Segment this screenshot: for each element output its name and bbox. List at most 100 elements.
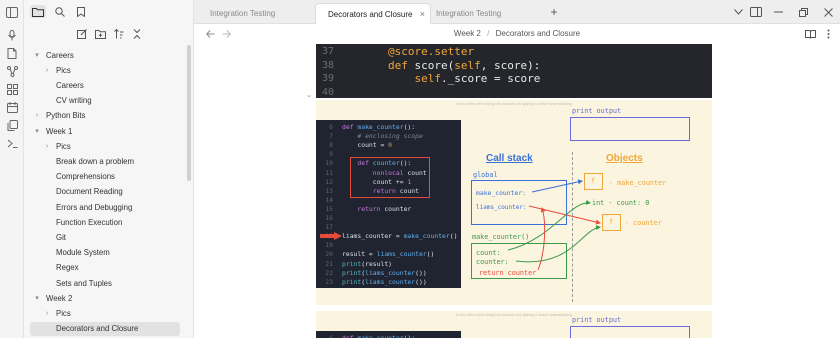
file-icon[interactable] bbox=[6, 47, 18, 59]
calendar-icon[interactable] bbox=[6, 101, 18, 113]
tab-label: Integration Testing bbox=[436, 9, 502, 18]
tree-item[interactable]: ▾ Week 1 bbox=[32, 124, 174, 138]
tree-item[interactable]: Git bbox=[42, 230, 174, 244]
tab-integration-testing-2[interactable]: Integration Testing bbox=[424, 3, 534, 24]
slide-code-text: def make_counter(): bbox=[342, 334, 415, 338]
code-line: self._score = score bbox=[388, 72, 541, 85]
tab-decorators-and-closure[interactable]: Decorators and Closure × bbox=[315, 3, 431, 24]
line-number: 37 bbox=[322, 46, 335, 57]
tree-item-label: Sets and Tuples bbox=[56, 278, 112, 288]
sort-icon[interactable] bbox=[113, 28, 125, 40]
slide-line-number: 6 bbox=[329, 334, 333, 338]
graph-icon[interactable] bbox=[6, 65, 18, 77]
closure-diagram-image: In this video we're diving into closures… bbox=[316, 100, 712, 305]
search-icon[interactable] bbox=[52, 5, 68, 18]
grid-icon[interactable] bbox=[6, 83, 18, 95]
tree-item-label: Comprehensions bbox=[56, 172, 115, 182]
tree-item-label: Regex bbox=[56, 263, 79, 273]
code-token: @score.setter bbox=[388, 45, 475, 58]
sidebar-scrollbar[interactable] bbox=[187, 45, 191, 181]
chevron-icon[interactable]: ▾ bbox=[32, 127, 42, 135]
code-token: (): bbox=[403, 334, 416, 338]
tree-item[interactable]: Regex bbox=[42, 261, 174, 275]
toggle-right-sidebar-icon[interactable] bbox=[750, 6, 762, 18]
new-folder-icon[interactable] bbox=[94, 28, 106, 40]
tree-item[interactable]: › Pics bbox=[42, 306, 174, 320]
tree-item-label: Careers bbox=[46, 50, 74, 60]
tree-item-label: Python Bits bbox=[46, 111, 86, 121]
chevron-icon[interactable]: › bbox=[42, 310, 52, 317]
code-token: ._score = score bbox=[441, 72, 541, 85]
reading-view-icon[interactable] bbox=[804, 28, 816, 40]
tree-item[interactable]: Comprehensions bbox=[42, 170, 174, 184]
code-token: score bbox=[414, 58, 448, 72]
sidebar-header bbox=[24, 0, 194, 22]
tab-integration-testing[interactable]: Integration Testing bbox=[198, 3, 310, 24]
minimize-icon[interactable] bbox=[772, 6, 784, 18]
code-token: , score): bbox=[480, 58, 541, 72]
bookmark-icon[interactable] bbox=[73, 5, 89, 18]
copy-icon[interactable] bbox=[6, 119, 18, 131]
tree-item[interactable]: › Pics bbox=[42, 139, 174, 153]
tree-item-label: Decorators and Closure bbox=[56, 324, 139, 334]
breadcrumb-separator: / bbox=[487, 29, 490, 38]
tree-item[interactable]: › Pics bbox=[42, 63, 174, 77]
chevron-icon[interactable]: ▾ bbox=[32, 51, 42, 59]
microphone-icon[interactable] bbox=[6, 29, 18, 41]
close-window-icon[interactable] bbox=[822, 6, 834, 18]
new-note-icon[interactable] bbox=[76, 28, 88, 40]
tree-item-label: Document Reading bbox=[56, 187, 123, 197]
code-line: @score.setter bbox=[388, 45, 474, 58]
navigation-bar: Week 2 / Decorators and Closure bbox=[194, 24, 840, 44]
tree-item[interactable]: Decorators and Closure bbox=[30, 321, 180, 336]
sidebar-actions bbox=[24, 26, 194, 42]
line-number: 39 bbox=[322, 73, 335, 84]
line-number: 38 bbox=[322, 59, 335, 71]
tree-item[interactable]: Errors and Debugging bbox=[42, 200, 174, 214]
print-output-box-2 bbox=[570, 326, 690, 338]
code-token: def bbox=[342, 334, 358, 338]
slide-caption-2: In this video we're diving into closures… bbox=[456, 313, 572, 317]
tree-item[interactable]: Careers bbox=[42, 78, 174, 92]
line-number: 40 bbox=[322, 86, 335, 98]
tab-list-chevron-icon[interactable] bbox=[732, 6, 744, 18]
tree-item-label: Pics bbox=[56, 141, 71, 151]
slide-code-panel-2: 6 def make_counter(): bbox=[316, 331, 461, 338]
toggle-sidebar-icon[interactable] bbox=[6, 6, 18, 18]
tree-item[interactable]: › Python Bits bbox=[32, 109, 174, 123]
tree-item-label: Week 1 bbox=[46, 126, 73, 136]
tree-item-label: Function Execution bbox=[56, 217, 123, 227]
tree-item[interactable]: Module System bbox=[42, 246, 174, 260]
tree-item[interactable]: Function Execution bbox=[42, 215, 174, 229]
fold-chevron-icon[interactable]: ⌄ bbox=[306, 91, 312, 99]
breadcrumb: Week 2 / Decorators and Closure bbox=[194, 29, 840, 38]
chevron-icon[interactable]: › bbox=[42, 143, 52, 150]
tree-item-label: Week 2 bbox=[46, 293, 73, 303]
chevron-icon[interactable]: ▾ bbox=[32, 294, 42, 302]
new-tab-icon[interactable]: + bbox=[548, 5, 560, 19]
tree-item[interactable]: CV writing bbox=[42, 94, 174, 108]
slide-code-line: 6 def make_counter(): bbox=[316, 334, 461, 338]
tree-item-label: Pics bbox=[56, 308, 71, 318]
tree-item-label: Pics bbox=[56, 65, 71, 75]
tree-item[interactable]: ▾ Careers bbox=[32, 48, 174, 62]
chevron-icon[interactable]: › bbox=[32, 112, 42, 119]
breadcrumb-current[interactable]: Decorators and Closure bbox=[496, 29, 580, 38]
more-options-icon[interactable] bbox=[822, 28, 834, 40]
code-line: def score(self, score): bbox=[388, 59, 540, 72]
tree-item[interactable]: Document Reading bbox=[42, 185, 174, 199]
code-token: make_counter bbox=[357, 334, 404, 338]
tree-item-label: Module System bbox=[56, 248, 110, 258]
tree-item-label: CV writing bbox=[56, 96, 92, 106]
chevron-icon[interactable]: › bbox=[42, 67, 52, 74]
collapse-all-icon[interactable] bbox=[131, 28, 143, 40]
restore-window-icon[interactable] bbox=[797, 6, 809, 18]
tree-item[interactable]: ▾ Week 2 bbox=[32, 291, 174, 305]
terminal-icon[interactable] bbox=[6, 137, 18, 149]
tree-item[interactable]: Break down a problem bbox=[42, 154, 174, 168]
folder-icon[interactable] bbox=[30, 5, 46, 18]
breadcrumb-parent[interactable]: Week 2 bbox=[454, 29, 481, 38]
closure-diagram-image-2: In this video we're diving into closures… bbox=[316, 311, 712, 338]
tree-item[interactable]: Sets and Tuples bbox=[42, 276, 174, 290]
